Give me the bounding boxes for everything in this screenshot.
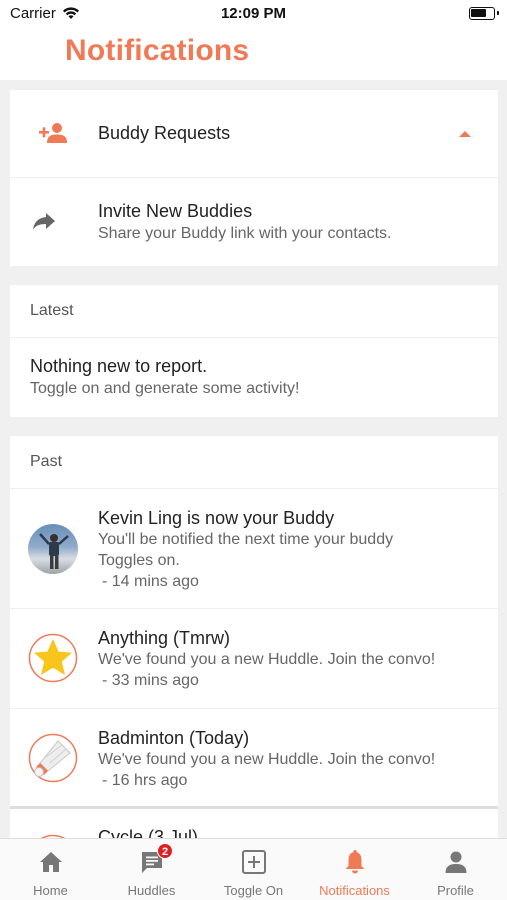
latest-empty-title: Nothing new to report. <box>30 356 208 376</box>
notification-time: - 16 hrs ago <box>102 772 188 789</box>
invite-subtitle: Share your Buddy link with your contacts… <box>98 225 392 242</box>
latest-card: Latest Nothing new to report. Toggle on … <box>10 285 498 417</box>
latest-empty-row: Nothing new to report. Toggle on and gen… <box>10 338 498 417</box>
tab-huddles-label: Huddles <box>127 883 176 898</box>
invite-title: Invite New Buddies <box>98 201 253 221</box>
tab-toggle-on-label: Toggle On <box>223 883 284 898</box>
tab-notifications-label: Notifications <box>319 883 390 898</box>
latest-heading: Latest <box>30 302 74 319</box>
notification-item[interactable]: Kevin Ling is now your Buddy You'll be n… <box>10 489 498 609</box>
buddy-requests-row[interactable]: Buddy Requests <box>10 90 498 178</box>
battery-icon <box>469 7 499 20</box>
notification-message: You'll be notified the next time your bu… <box>98 531 394 548</box>
bell-icon <box>345 850 365 874</box>
person-icon <box>445 851 467 873</box>
notification-item[interactable]: Badminton (Today) We've found you a new … <box>10 709 498 809</box>
tab-profile-label: Profile <box>437 883 474 898</box>
tab-profile[interactable]: Profile <box>405 839 506 900</box>
huddles-badge: 2 <box>157 843 173 859</box>
notification-time: - 14 mins ago <box>102 573 199 590</box>
past-header: Past <box>10 436 498 489</box>
notification-title: Cycle (3 Jul) <box>98 827 199 838</box>
past-heading: Past <box>30 453 63 470</box>
tab-bar: Home 2 Huddles Toggle On Notifications P… <box>0 838 507 900</box>
notification-message-cont: Toggles on. <box>98 552 180 569</box>
notification-message: We've found you a new Huddle. Join the c… <box>98 751 436 768</box>
tab-notifications[interactable]: Notifications <box>304 839 405 900</box>
shuttlecock-icon <box>28 733 78 783</box>
page-title: Notifications <box>65 34 250 67</box>
notification-title: Badminton (Today) <box>98 728 250 748</box>
notification-message: We've found you a new Huddle. Join the c… <box>98 651 436 668</box>
buddies-card: Buddy Requests Invite New Buddies Share … <box>10 90 498 266</box>
buddy-avatar <box>28 524 78 574</box>
notification-time: - 33 mins ago <box>102 672 199 689</box>
home-icon <box>40 852 62 872</box>
notification-item[interactable]: Anything (Tmrw) We've found you a new Hu… <box>10 609 498 709</box>
page-header: Notifications <box>0 28 507 80</box>
tab-home-label: Home <box>33 883 68 898</box>
notification-title: Anything (Tmrw) <box>98 628 231 648</box>
latest-empty-subtitle: Toggle on and generate some activity! <box>30 380 300 397</box>
add-person-icon <box>39 123 67 143</box>
past-card: Past Kevin Ling is now your Buddy You'll… <box>10 436 498 838</box>
tab-toggle-on[interactable]: Toggle On <box>203 839 304 900</box>
notification-item[interactable]: Cycle (3 Jul) <box>10 812 498 838</box>
plus-square-icon <box>242 850 266 874</box>
notification-title: Kevin Ling is now your Buddy <box>98 508 335 528</box>
tab-home[interactable]: Home <box>0 839 101 900</box>
invite-buddies-row[interactable]: Invite New Buddies Share your Buddy link… <box>10 178 498 266</box>
star-icon <box>28 633 78 683</box>
buddy-requests-label: Buddy Requests <box>98 123 231 143</box>
latest-header: Latest <box>10 285 498 338</box>
person-photo <box>39 533 69 569</box>
status-bar: Carrier 12:09 PM <box>0 0 507 28</box>
share-arrow-icon <box>33 213 55 230</box>
tab-huddles[interactable]: 2 Huddles <box>101 839 202 900</box>
status-time: 12:09 PM <box>220 5 287 22</box>
chevron-up-icon[interactable] <box>458 130 472 138</box>
